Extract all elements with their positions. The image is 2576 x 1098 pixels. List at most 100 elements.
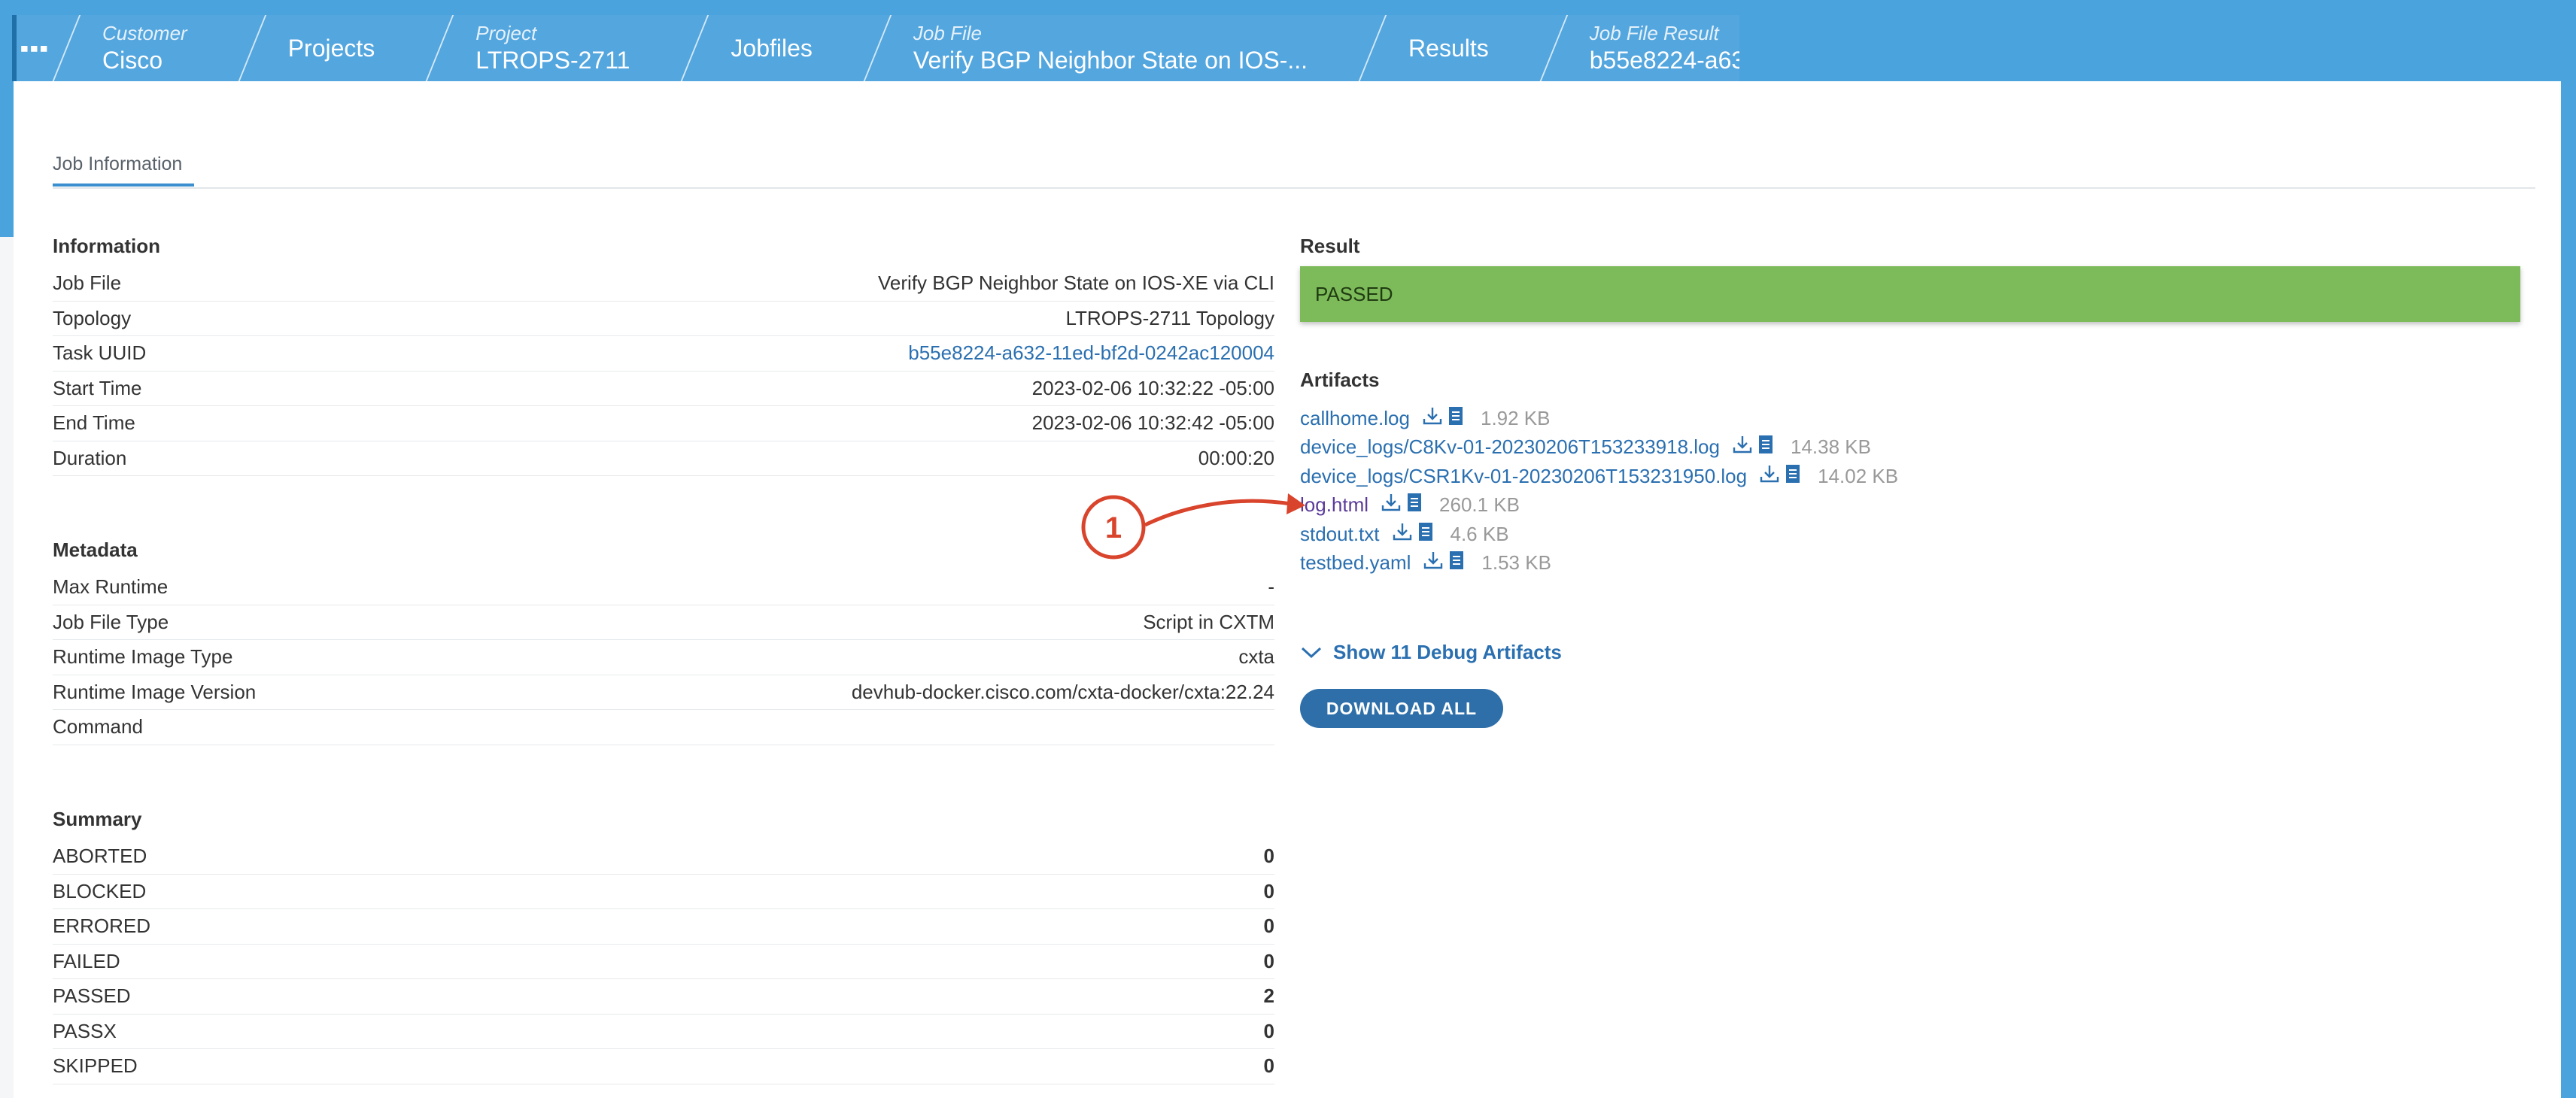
summary-key: SKIPPED	[53, 1054, 138, 1078]
kebab-menu-icon[interactable]: ⋮	[17, 15, 52, 81]
breadcrumb-item-results[interactable]: Results	[1356, 15, 1537, 81]
breadcrumb-label: b55e8224-a632-11ed-bf2d-0242...	[1589, 47, 1739, 74]
info-value: 2023-02-06 10:32:42 -05:00	[1031, 411, 1274, 435]
annotation-arrow-line	[1144, 499, 1291, 527]
artifact-size: 1.53 KB	[1481, 551, 1551, 575]
debug-toggle-label: Show 11 Debug Artifacts	[1333, 641, 1562, 663]
download-icon[interactable]	[1381, 493, 1402, 517]
info-row-end-time: End Time 2023-02-06 10:32:42 -05:00	[53, 406, 1274, 441]
breadcrumb-label: Projects	[287, 35, 375, 62]
artifact-link[interactable]: testbed.yaml	[1300, 551, 1411, 575]
metadata-row-command: Command	[53, 710, 1274, 745]
breadcrumb-item-jobfiles[interactable]: Jobfiles	[678, 15, 861, 81]
information-heading: Information	[53, 235, 160, 257]
summary-row-skipped: SKIPPED 0	[53, 1049, 1274, 1084]
summary-key: FAILED	[53, 949, 120, 972]
metadata-row-runtime-image-type: Runtime Image Type cxta	[53, 640, 1274, 675]
info-row-start-time: Start Time 2023-02-06 10:32:22 -05:00	[53, 372, 1274, 406]
document-icon[interactable]	[1406, 493, 1423, 517]
summary-row-aborted: ABORTED 0	[53, 839, 1274, 875]
show-debug-artifacts-toggle[interactable]: Show 11 Debug Artifacts	[1300, 641, 1562, 664]
metadata-key: Command	[53, 715, 143, 739]
info-value: 2023-02-06 10:32:22 -05:00	[1031, 376, 1274, 399]
breadcrumb-sublabel: Job File	[913, 22, 982, 44]
info-row-duration: Duration 00:00:20	[53, 441, 1274, 476]
document-icon[interactable]	[1447, 406, 1464, 431]
document-icon[interactable]	[1757, 435, 1774, 460]
active-tab-indicator	[53, 184, 194, 187]
artifact-link[interactable]: device_logs/CSR1Kv-01-20230206T153231950…	[1300, 465, 1747, 488]
breadcrumb-item-job-file[interactable]: Job File Verify BGP Neighbor State on IO…	[861, 15, 1356, 81]
annotation-number: 1	[1105, 511, 1122, 544]
summary-row-passx: PASSX 0	[53, 1015, 1274, 1049]
download-icon[interactable]	[1392, 522, 1413, 547]
download-icon[interactable]	[1423, 551, 1444, 575]
summary-row-blocked: BLOCKED 0	[53, 875, 1274, 909]
info-key: Start Time	[53, 376, 142, 399]
summary-key: PASSED	[53, 984, 131, 1008]
list-item: device_logs/C8Kv-01-20230206T153233918.l…	[1300, 433, 1898, 463]
document-icon[interactable]	[1417, 522, 1434, 547]
tab-divider	[53, 187, 2535, 189]
result-heading: Result	[1300, 235, 1360, 257]
document-icon[interactable]	[1448, 551, 1465, 575]
breadcrumb-sublabel: Customer	[102, 22, 187, 44]
info-key: End Time	[53, 411, 135, 435]
summary-count: 0	[1263, 949, 1274, 972]
info-key: Task UUID	[53, 341, 147, 365]
metadata-key: Max Runtime	[53, 575, 169, 599]
artifact-size: 1.92 KB	[1480, 406, 1551, 429]
scrollbar-track[interactable]	[2561, 81, 2576, 1098]
download-all-button[interactable]: DOWNLOAD ALL	[1300, 689, 1503, 728]
download-icon[interactable]	[1422, 406, 1443, 431]
job-result-card: Job Information Information Job File Ver…	[14, 81, 2561, 1098]
breadcrumb-label: Cisco	[102, 47, 163, 74]
breadcrumb-item-customer[interactable]: Customer Cisco	[50, 15, 235, 81]
artifact-size: 14.38 KB	[1790, 435, 1871, 459]
summary-count: 2	[1263, 984, 1274, 1008]
summary-row-passed: PASSED 2	[53, 979, 1274, 1015]
breadcrumb-sublabel: Project	[475, 22, 537, 44]
breadcrumb-sublabel: Job File Result	[1589, 22, 1719, 44]
summary-key: PASSX	[53, 1019, 117, 1042]
document-icon[interactable]	[1785, 464, 1801, 489]
info-value: Verify BGP Neighbor State on IOS-XE via …	[878, 271, 1274, 295]
metadata-value: devhub-docker.cisco.com/cxta-docker/cxta…	[851, 680, 1274, 703]
list-item: log.html 260.1 KB	[1300, 491, 1898, 520]
download-icon[interactable]	[1732, 435, 1753, 460]
summary-row-failed: FAILED 0	[53, 945, 1274, 979]
breadcrumb-item-job-file-result[interactable]: Job File Result b55e8224-a632-11ed-bf2d-…	[1537, 15, 1739, 81]
list-item: callhome.log 1.92 KB	[1300, 404, 1898, 433]
chevron-down-icon	[1301, 647, 1322, 658]
metadata-key: Runtime Image Type	[53, 645, 233, 669]
breadcrumb-label: LTROPS-2711	[475, 47, 630, 74]
summary-key: ERRORED	[53, 914, 151, 938]
task-uuid-link[interactable]: b55e8224-a632-11ed-bf2d-0242ac120004	[908, 341, 1274, 365]
artifact-link[interactable]: callhome.log	[1300, 407, 1410, 430]
metadata-value: -	[1268, 575, 1274, 599]
info-key: Duration	[53, 446, 127, 469]
metadata-heading: Metadata	[53, 538, 138, 561]
info-key: Topology	[53, 306, 132, 329]
summary-count: 0	[1263, 879, 1274, 902]
download-icon[interactable]	[1759, 464, 1780, 489]
info-value: 00:00:20	[1198, 446, 1274, 469]
info-row-job-file: Job File Verify BGP Neighbor State on IO…	[53, 266, 1274, 302]
metadata-row-runtime-image-version: Runtime Image Version devhub-docker.cisc…	[53, 675, 1274, 710]
breadcrumb-item-project[interactable]: Project LTROPS-2711	[423, 15, 678, 81]
summary-count: 0	[1263, 914, 1274, 938]
metadata-key: Job File Type	[53, 610, 169, 633]
summary-key: ABORTED	[53, 845, 147, 868]
breadcrumb-label: Verify BGP Neighbor State on IOS-...	[913, 47, 1308, 74]
breadcrumb-item-projects[interactable]: Projects	[235, 15, 424, 81]
metadata-value: Script in CXTM	[1143, 610, 1274, 633]
artifact-list: callhome.log 1.92 KB device_logs/C8Kv-01…	[1300, 404, 1898, 578]
artifact-link[interactable]: device_logs/C8Kv-01-20230206T153233918.l…	[1300, 435, 1720, 459]
metadata-key: Runtime Image Version	[53, 680, 257, 703]
metadata-row-job-file-type: Job File Type Script in CXTM	[53, 605, 1274, 640]
summary-heading: Summary	[53, 808, 142, 830]
artifact-size: 260.1 KB	[1439, 493, 1520, 517]
result-status-bar: PASSED	[1300, 266, 2520, 322]
result-status-text: PASSED	[1315, 282, 1393, 305]
info-value: LTROPS-2711 Topology	[1065, 306, 1275, 329]
